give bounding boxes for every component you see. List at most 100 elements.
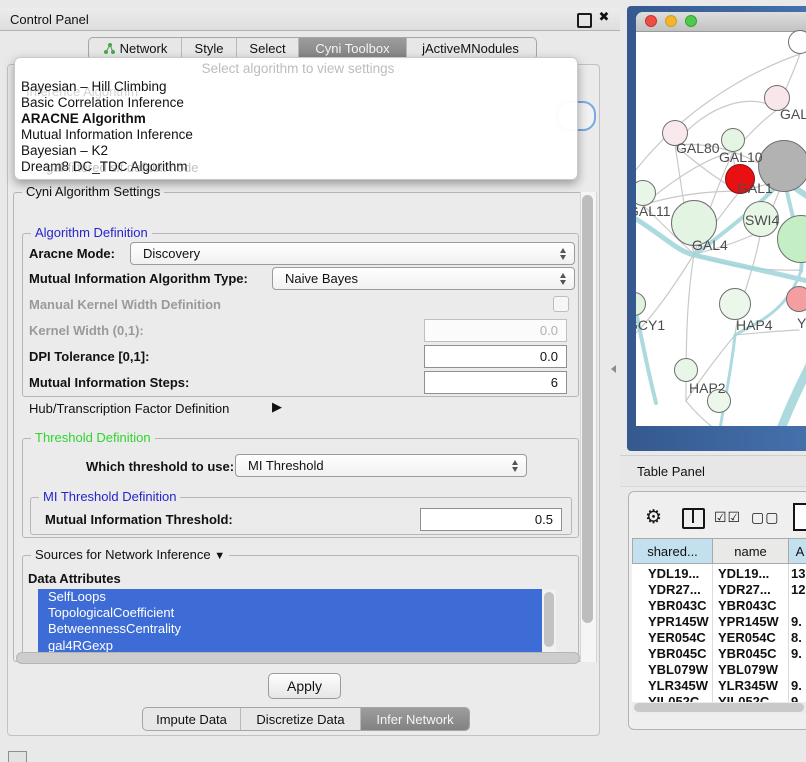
- tab-network[interactable]: Network: [89, 38, 182, 59]
- mi-steps-field[interactable]: 6: [424, 371, 567, 394]
- list-item[interactable]: gal4RGexp: [38, 638, 556, 653]
- dropdown-item[interactable]: Mutual Information Inference: [19, 127, 571, 143]
- aracne-mode-combo[interactable]: Discovery: [130, 242, 575, 265]
- horizontal-scrollbar-thumb[interactable]: [16, 652, 580, 664]
- dpi-tolerance-label: DPI Tolerance [0,1]:: [29, 349, 149, 364]
- node-label: HAP4: [736, 317, 773, 333]
- table-body: YDL19... YDL19... 13 YDR27... YDR27... 1…: [632, 564, 806, 702]
- tab-select-label: Select: [249, 41, 285, 56]
- column-header-shared-name[interactable]: shared...: [632, 538, 713, 564]
- network-node-unlabeled[interactable]: [788, 30, 806, 54]
- chevron-right-icon[interactable]: ▶: [272, 399, 282, 415]
- mi-type-combo[interactable]: Naive Bayes: [272, 267, 575, 290]
- tab-style-label: Style: [195, 41, 224, 56]
- apply-button-label: Apply: [287, 678, 322, 694]
- deselect-all-columns-icon[interactable]: ▢▢: [751, 509, 779, 526]
- zoom-traffic-light-icon[interactable]: [685, 15, 697, 27]
- gear-icon[interactable]: ⚙: [645, 506, 662, 529]
- kernel-width-field[interactable]: 0.0: [424, 319, 567, 342]
- vertical-scrollbar-thumb[interactable]: [582, 195, 593, 623]
- export-table-icon[interactable]: [793, 503, 806, 531]
- tab-cyni-toolbox[interactable]: Cyni Toolbox: [299, 38, 407, 59]
- table-cell[interactable]: YBR045C: [648, 646, 707, 661]
- node-label: GAL10: [719, 149, 763, 165]
- mi-threshold-group-title: MI Threshold Definition: [39, 489, 180, 504]
- table-cell[interactable]: YDL19...: [648, 566, 699, 581]
- dpi-tolerance-field[interactable]: 0.0: [424, 345, 567, 368]
- mi-type-label: Mutual Information Algorithm Type:: [29, 271, 248, 286]
- tab-impute-data[interactable]: Impute Data: [143, 708, 241, 730]
- stepper-icon: [560, 248, 567, 260]
- hub-definition-label[interactable]: Hub/Transcription Factor Definition: [29, 401, 229, 416]
- select-all-columns-icon[interactable]: ☑☑: [714, 509, 741, 526]
- table-cell[interactable]: YER054C: [718, 630, 776, 645]
- table-cell[interactable]: 13: [791, 566, 805, 581]
- table-cell[interactable]: 9.: [791, 678, 802, 693]
- table-cell[interactable]: YER054C: [648, 630, 706, 645]
- manual-kernel-checkbox[interactable]: [553, 296, 569, 312]
- chevron-down-icon[interactable]: ▼: [214, 550, 225, 562]
- tab-select[interactable]: Select: [237, 38, 299, 59]
- network-window-titlebar[interactable]: [636, 12, 806, 32]
- table-cell[interactable]: YDR27...: [718, 582, 771, 597]
- dropdown-item-selected[interactable]: ARACNE Algorithm: [19, 111, 571, 127]
- table-cell[interactable]: YIL052C: [648, 694, 699, 702]
- close-icon[interactable]: ✖: [596, 9, 612, 25]
- minimized-panel-icon[interactable]: [8, 751, 27, 762]
- table-panel-titlebar: Table Panel: [620, 455, 806, 487]
- table-cell[interactable]: YBR045C: [718, 646, 777, 661]
- mi-type-value: Naive Bayes: [285, 271, 358, 286]
- table-cell[interactable]: 9.: [791, 614, 802, 629]
- table-cell[interactable]: 9: [791, 694, 798, 702]
- table-cell[interactable]: YPR145W: [718, 614, 779, 629]
- screen: Control Panel ✖ Network Style Select Cyn…: [0, 0, 806, 762]
- table-cell[interactable]: YBR043C: [648, 598, 707, 613]
- tab-discretize-data[interactable]: Discretize Data: [241, 708, 361, 730]
- list-scrollbar-thumb[interactable]: [544, 592, 554, 647]
- algorithm-definition-title: Algorithm Definition: [31, 225, 152, 240]
- column-header-partial[interactable]: A: [788, 538, 806, 564]
- close-traffic-light-icon[interactable]: [645, 15, 657, 27]
- mi-steps-label: Mutual Information Steps:: [29, 375, 189, 390]
- network-node-salmon[interactable]: [786, 286, 806, 312]
- column-header-name[interactable]: name: [712, 538, 789, 564]
- mi-threshold-label: Mutual Information Threshold:: [45, 512, 233, 527]
- tab-infer-network[interactable]: Infer Network: [361, 708, 469, 730]
- cyni-algorithm-settings-title: Cyni Algorithm Settings: [22, 184, 164, 199]
- list-item[interactable]: TopologicalCoefficient: [38, 605, 556, 621]
- kernel-width-label: Kernel Width (0,1):: [29, 323, 144, 338]
- table-cell[interactable]: YLR345W: [718, 678, 778, 693]
- table-hscrollbar-thumb[interactable]: [634, 703, 804, 712]
- table-cell[interactable]: 9.: [791, 646, 802, 661]
- minimize-traffic-light-icon[interactable]: [665, 15, 677, 27]
- network-window: GAL GAL80 GAL10 GAL11 GAL1 GAL4 SWI4 GCY…: [636, 12, 806, 426]
- network-node-hap2[interactable]: [674, 358, 698, 382]
- attribute-list: SelfLoops TopologicalCoefficient Between…: [38, 589, 556, 653]
- apply-button[interactable]: Apply: [268, 673, 341, 699]
- list-item[interactable]: BetweennessCentrality: [38, 621, 556, 637]
- table-cell[interactable]: 8.: [791, 630, 802, 645]
- table-cell[interactable]: YBL079W: [648, 662, 708, 677]
- column-header-label: name: [734, 544, 767, 559]
- splitter-collapse-icon[interactable]: [611, 365, 616, 373]
- dropdown-item[interactable]: Bayesian – K2: [19, 143, 571, 159]
- table-cell[interactable]: YBL079W: [718, 662, 778, 677]
- table-cell[interactable]: YDR27...: [648, 582, 701, 597]
- float-window-icon[interactable]: [577, 13, 592, 28]
- node-label: Y: [797, 315, 806, 331]
- table-cell[interactable]: YPR145W: [648, 614, 709, 629]
- tab-style[interactable]: Style: [182, 38, 237, 59]
- split-columns-icon[interactable]: [682, 508, 705, 529]
- table-cell[interactable]: 12: [791, 582, 805, 597]
- table-cell[interactable]: YLR345W: [648, 678, 708, 693]
- table-cell[interactable]: YDL19...: [718, 566, 769, 581]
- network-node-hap4[interactable]: [719, 288, 751, 320]
- table-cell[interactable]: YIL052C: [718, 694, 769, 702]
- mi-threshold-field[interactable]: 0.5: [420, 508, 562, 531]
- which-threshold-combo[interactable]: MI Threshold: [235, 454, 527, 477]
- tab-jactivemnodules[interactable]: jActiveMNodules: [407, 38, 534, 59]
- table-cell[interactable]: YBR043C: [718, 598, 777, 613]
- which-threshold-label: Which threshold to use:: [86, 459, 234, 474]
- list-item[interactable]: SelfLoops: [38, 589, 556, 605]
- node-label: GAL: [780, 106, 806, 122]
